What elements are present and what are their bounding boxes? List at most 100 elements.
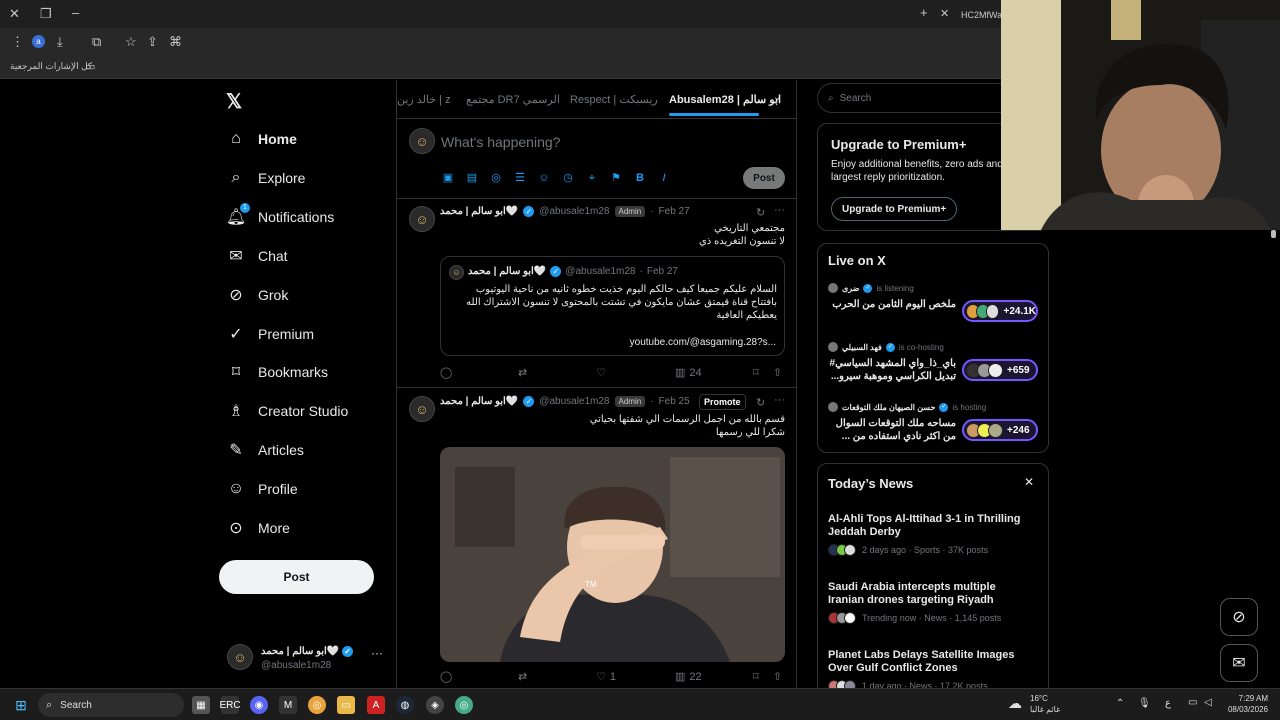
share-post-icon[interactable]: ⇧ — [773, 366, 782, 379]
windows-start-icon[interactable]: ⊞ — [12, 696, 30, 714]
live-listeners[interactable]: +24.1K — [962, 300, 1038, 322]
nav-item-chat[interactable]: ✉ Chat — [226, 241, 287, 271]
views-count[interactable]: ▥ 22 — [675, 670, 702, 684]
bookmark-post-icon[interactable]: ⌑ — [753, 670, 759, 683]
gif-icon[interactable]: ▤ — [465, 171, 479, 185]
share-post-icon[interactable]: ⇧ — [773, 670, 782, 683]
post-more-icon[interactable]: ··· — [774, 204, 785, 216]
weather-icon[interactable]: ☁ — [1008, 695, 1022, 712]
nav-item-more[interactable]: ⊙ More — [226, 513, 290, 543]
search-box[interactable]: ⌕ Search — [817, 83, 1017, 113]
network-icon[interactable]: ▭ — [1188, 697, 1197, 708]
upgrade-button[interactable]: Upgrade to Premium+ — [831, 197, 958, 221]
italic-icon[interactable]: I — [657, 171, 671, 185]
taskbar-search[interactable]: ⌕ Search — [38, 693, 184, 717]
location-icon[interactable]: ⌖ — [585, 171, 599, 185]
app-icon[interactable]: M — [279, 696, 297, 714]
new-tab-icon[interactable]: + — [920, 6, 928, 20]
bookmark-post-icon[interactable]: ⌑ — [753, 366, 759, 379]
app-icon[interactable]: ERC — [219, 696, 241, 714]
grok-post-icon[interactable]: ↻ — [756, 206, 765, 219]
tab-dr7[interactable]: مجتمع DR7 الرسمي — [466, 93, 560, 106]
nav-item-explore[interactable]: ⌕ Explore — [226, 163, 306, 193]
grok-post-icon[interactable]: ↻ — [756, 396, 765, 409]
clock-time[interactable]: 7:29 AM — [1224, 694, 1268, 703]
messages-float-icon[interactable]: ✉ — [1220, 644, 1258, 682]
tray-chevron-icon[interactable]: ⌃ — [1116, 698, 1124, 709]
emoji-icon[interactable]: ☺ — [537, 171, 551, 185]
mic-icon[interactable]: 🎙 — [1138, 698, 1151, 709]
close-icon[interactable]: ✕ — [1024, 475, 1034, 489]
repost-icon[interactable]: ⇄ — [518, 670, 527, 683]
chevron-down-icon[interactable]: ⌄ — [773, 92, 781, 103]
language-indicator[interactable]: ع — [1165, 698, 1171, 709]
composer-post-button[interactable]: Post — [743, 167, 785, 189]
bookmark-star-icon[interactable]: ☆ — [125, 35, 137, 49]
steam-icon[interactable]: ◍ — [396, 696, 414, 714]
x-logo-icon[interactable]: 𝕏 — [226, 89, 242, 114]
app-icon[interactable]: ◈ — [426, 696, 444, 714]
tab-khaled[interactable]: خالد زين | z — [397, 93, 451, 106]
post-image[interactable]: TM — [440, 447, 785, 662]
extensions-icon[interactable]: ⧉ — [92, 35, 101, 49]
all-bookmarks-label[interactable]: كل الإشارات المرجعية — [10, 61, 92, 72]
live-listeners[interactable]: +659 — [962, 359, 1038, 381]
news-headline[interactable]: Saudi Arabia intercepts multiple Iranian… — [828, 581, 1028, 607]
nav-item-premium[interactable]: ✓ Premium — [226, 319, 314, 349]
minimize-icon[interactable]: – — [72, 6, 79, 20]
profile-avatar[interactable]: a — [32, 35, 45, 48]
repost-icon[interactable]: ⇄ — [518, 366, 527, 379]
bold-icon[interactable]: B — [633, 171, 647, 185]
nav-item-creator-studio[interactable]: ♗ Creator Studio — [226, 396, 348, 426]
tab-respect[interactable]: Respect | ريسبكت — [570, 93, 658, 106]
post-more-icon[interactable]: ··· — [774, 394, 785, 406]
nav-item-notifications[interactable]: 🔔︎ 1 Notifications — [226, 202, 334, 232]
download-icon[interactable]: ⤓ — [57, 35, 63, 49]
like-count[interactable]: ♡ 1 — [596, 670, 616, 684]
scrollbar[interactable] — [1271, 230, 1276, 238]
news-headline[interactable]: Planet Labs Delays Satellite Images Over… — [828, 649, 1028, 675]
reply-icon[interactable]: ◯ — [440, 670, 452, 683]
views-count[interactable]: ▥ 24 — [675, 366, 702, 380]
account-switcher[interactable]: ☺ ابو سالم | محمد🤍 ✓ @abusale1m28 ··· — [219, 640, 389, 676]
live-listeners[interactable]: +246 — [962, 419, 1038, 441]
nav-item-home[interactable]: ⌂ Home — [226, 124, 297, 154]
flag-icon[interactable]: ⚑ — [609, 171, 623, 185]
post-button[interactable]: Post — [219, 560, 374, 594]
schedule-icon[interactable]: ◷ — [561, 171, 575, 185]
restore-icon[interactable]: ❐ — [40, 7, 52, 21]
quoted-post[interactable]: ☺ ابو سالم | محمد🤍 ✓ @abusale1m28 · Feb … — [440, 256, 785, 356]
promote-button[interactable]: Promote — [699, 394, 746, 410]
close-icon[interactable]: ✕ — [9, 7, 20, 21]
quote-link[interactable]: youtube.com/@asgaming.28?s... — [630, 337, 776, 348]
reply-icon[interactable]: ◯ — [440, 366, 452, 379]
browser-tab-title[interactable]: HC2MfWa — [961, 8, 1002, 22]
live-space-title[interactable]: ملخص اليوم الثامن من الحرب — [828, 298, 956, 311]
grok-icon[interactable]: ◎ — [489, 171, 503, 185]
nav-item-bookmarks[interactable]: ⌑ Bookmarks — [226, 357, 328, 387]
image-icon[interactable]: ▣ — [441, 171, 455, 185]
live-space-title[interactable]: باي_ذا_واي المشهد السياسي# تبديل الكراسي … — [828, 357, 956, 383]
chrome-active-icon[interactable]: ◎ — [455, 696, 473, 714]
tab-close-icon[interactable]: ✕ — [940, 7, 949, 21]
news-headline[interactable]: Al-Ahli Tops Al-Ittihad 3-1 in Thrilling… — [828, 513, 1028, 539]
share-icon[interactable]: ⇪ — [147, 35, 158, 49]
nav-item-profile[interactable]: ☺ Profile — [226, 474, 298, 504]
app-icon[interactable]: A — [367, 696, 385, 714]
nav-item-articles[interactable]: ✎ Articles — [226, 435, 304, 465]
tab-abusalem[interactable]: Abusalem28 | ابو سالم — [669, 93, 781, 106]
chrome-icon[interactable]: ◎ — [308, 696, 326, 714]
discord-icon[interactable]: ◉ — [250, 696, 268, 714]
task-view-icon[interactable]: ▦ — [192, 696, 210, 714]
composer-input[interactable]: What's happening? — [441, 134, 560, 150]
live-space-title[interactable]: مساحه ملك التوقعات السوال من اكثر نادي اس… — [828, 417, 956, 443]
nav-item-grok[interactable]: ⊘ Grok — [226, 280, 288, 310]
clock-date[interactable]: 08/03/2026 — [1224, 705, 1268, 714]
translate-icon[interactable]: ⌘ — [169, 35, 182, 49]
volume-icon[interactable]: ◁ — [1204, 697, 1212, 708]
poll-icon[interactable]: ☰ — [513, 171, 527, 185]
like-icon[interactable]: ♡ — [596, 366, 606, 379]
menu-dots-icon[interactable]: ⋮ — [11, 35, 24, 49]
grok-float-icon[interactable]: ⊘ — [1220, 598, 1258, 636]
file-explorer-icon[interactable]: ▭ — [337, 696, 355, 714]
